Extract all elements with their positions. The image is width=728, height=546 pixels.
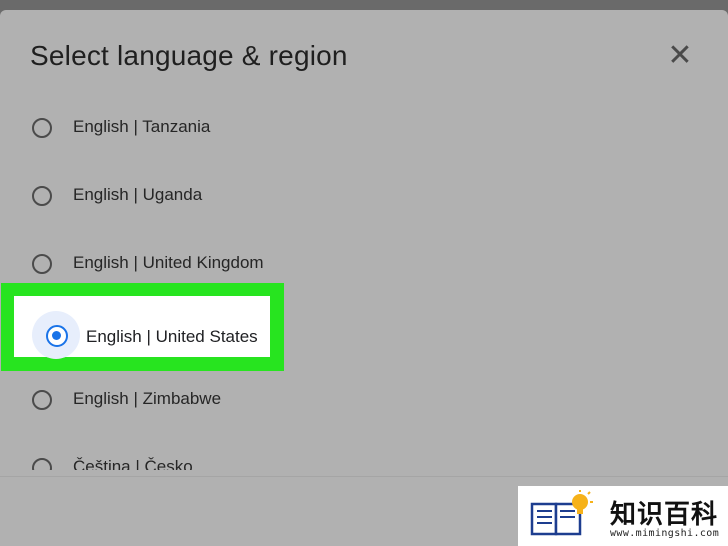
radio-dot	[52, 331, 61, 340]
option-label: English | Uganda	[73, 185, 203, 204]
watermark-title: 知识百科	[610, 500, 719, 530]
option-label: English | United States	[86, 327, 258, 346]
background-strip	[0, 0, 728, 10]
book-lightbulb-logo	[530, 490, 593, 536]
radio-button[interactable]	[32, 390, 52, 410]
selection-highlight: English | United States	[1, 283, 284, 371]
language-option-list[interactable]: English | Tanzania English | Uganda Engl…	[0, 84, 728, 470]
radio-button[interactable]	[32, 458, 52, 470]
watermark: 知识百科 www.mimingshi.com	[518, 486, 728, 546]
option-cestina-cesko[interactable]: Čeština | Česko	[0, 440, 728, 470]
option-label: English | Zimbabwe	[73, 389, 222, 408]
option-english-united-states[interactable]: English | United States	[14, 296, 270, 359]
radio-button[interactable]	[32, 254, 52, 274]
radio-button-selected[interactable]	[46, 325, 68, 347]
close-icon[interactable]: ✕	[664, 40, 696, 72]
dialog-title: Select language & region	[30, 40, 348, 71]
option-english-zimbabwe[interactable]: English | Zimbabwe	[0, 372, 728, 432]
radio-button[interactable]	[32, 118, 52, 138]
option-label: Čeština | Česko	[73, 457, 193, 470]
option-label: English | Tanzania	[73, 117, 211, 136]
watermark-url: www.mimingshi.com	[610, 528, 720, 539]
option-label: English | United Kingdom	[73, 253, 264, 272]
dialog-divider	[0, 476, 728, 477]
language-region-dialog: Select language & region ✕ English | Tan…	[0, 10, 728, 546]
radio-button[interactable]	[32, 186, 52, 206]
option-english-uganda[interactable]: English | Uganda	[0, 168, 728, 228]
option-english-tanzania[interactable]: English | Tanzania	[0, 100, 728, 160]
